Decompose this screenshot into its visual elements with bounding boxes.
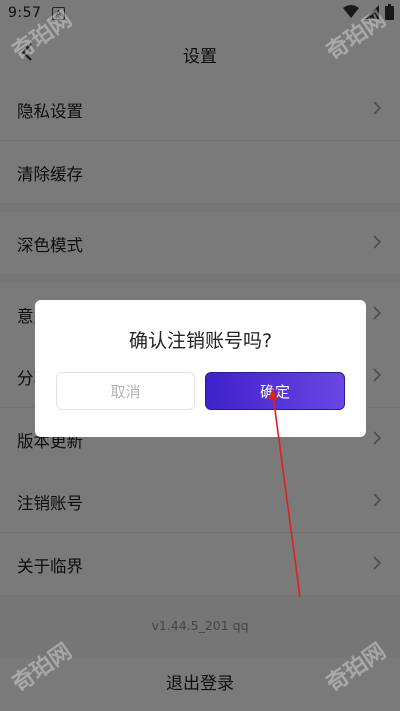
confirm-dialog: 确认注销账号吗? 取消 确定 [35,300,366,437]
cancel-button[interactable]: 取消 [56,372,195,410]
confirm-button[interactable]: 确定 [205,372,345,410]
dialog-title: 确认注销账号吗? [128,330,273,352]
